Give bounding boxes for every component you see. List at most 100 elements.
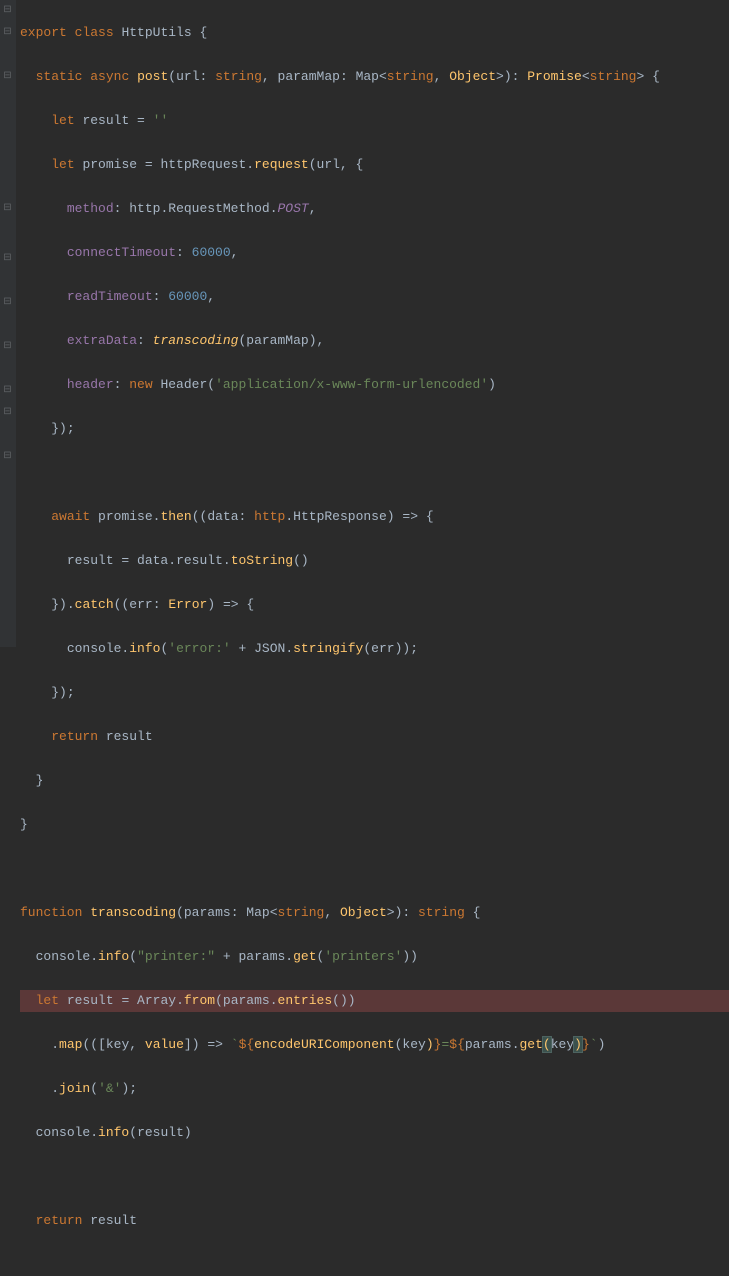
code-line[interactable]: }).catch((err: Error) => {: [20, 594, 729, 616]
dot: .: [176, 993, 184, 1008]
fold-icon[interactable]: ⊟: [2, 297, 13, 308]
code-line[interactable]: [20, 462, 729, 484]
string: "printer:": [137, 949, 215, 964]
paren: ): [59, 421, 67, 436]
brace: }: [36, 773, 44, 788]
brace: }: [51, 421, 59, 436]
method: toString: [231, 553, 293, 568]
colon: :: [114, 377, 130, 392]
comma: ,: [262, 69, 278, 84]
code-line[interactable]: function transcoding(params: Map<string,…: [20, 902, 729, 924]
fold-icon[interactable]: ⊟: [2, 407, 13, 418]
string: 'printers': [324, 949, 402, 964]
arg: result: [137, 1125, 184, 1140]
dot: .: [512, 1037, 520, 1052]
code-line[interactable]: });: [20, 418, 729, 440]
code-line[interactable]: connectTimeout: 60000,: [20, 242, 729, 264]
code-line[interactable]: await promise.then((data: http.HttpRespo…: [20, 506, 729, 528]
arg: url: [317, 157, 340, 172]
comma: ,: [207, 289, 215, 304]
colon: :: [153, 597, 169, 612]
code-line[interactable]: readTimeout: 60000,: [20, 286, 729, 308]
dot: .: [223, 553, 231, 568]
keyword: static: [36, 69, 83, 84]
code-line[interactable]: extraData: transcoding(paramMap),: [20, 330, 729, 352]
paren: ): [301, 553, 309, 568]
code-area[interactable]: export class HttpUtils { static async po…: [16, 0, 729, 647]
code-line[interactable]: return result: [20, 726, 729, 748]
arrow: =>: [215, 597, 246, 612]
paren: ): [504, 69, 512, 84]
code-line[interactable]: });: [20, 682, 729, 704]
code-line[interactable]: console.info('error:' + JSON.stringify(e…: [20, 638, 729, 660]
paren: ): [121, 1081, 129, 1096]
type: HttpResponse: [293, 509, 387, 524]
paren: (: [90, 1037, 98, 1052]
code-line[interactable]: header: new Header('application/x-www-fo…: [20, 374, 729, 396]
comma: ,: [231, 245, 239, 260]
code-line[interactable]: [20, 1166, 729, 1188]
dot: .: [270, 993, 278, 1008]
paren: ): [410, 949, 418, 964]
paren: ): [192, 1037, 200, 1052]
dot: .: [51, 1081, 59, 1096]
paren: ): [395, 905, 403, 920]
comma: ,: [317, 333, 325, 348]
string: 'application/x-www-form-urlencoded': [215, 377, 488, 392]
method: join: [59, 1081, 90, 1096]
type: Error: [168, 597, 207, 612]
fold-icon[interactable]: ⊟: [2, 5, 13, 16]
code-line[interactable]: }: [20, 814, 729, 836]
paren: ): [426, 1037, 434, 1052]
method: request: [254, 157, 309, 172]
fold-icon[interactable]: ⊟: [2, 71, 13, 82]
param: paramMap: [278, 69, 340, 84]
code-line[interactable]: console.info("printer:" + params.get('pr…: [20, 946, 729, 968]
variable: result: [82, 1213, 137, 1228]
code-line[interactable]: let promise = httpRequest.request(url, {: [20, 154, 729, 176]
code-line[interactable]: return result: [20, 1210, 729, 1232]
variable: result: [67, 553, 114, 568]
code-line[interactable]: .map(([key, value]) => `${encodeURICompo…: [20, 1034, 729, 1056]
object: http: [129, 201, 160, 216]
fold-icon[interactable]: ⊟: [2, 451, 13, 462]
code-line[interactable]: export class HttpUtils {: [20, 22, 729, 44]
object: console: [36, 949, 91, 964]
code-line[interactable]: [20, 858, 729, 880]
angle: >: [496, 69, 504, 84]
fold-icon[interactable]: ⊟: [2, 341, 13, 352]
semicolon: ;: [67, 421, 75, 436]
method: stringify: [293, 641, 363, 656]
number: 60000: [192, 245, 231, 260]
param: key: [106, 1037, 129, 1052]
template-end: }: [434, 1037, 442, 1052]
fold-icon[interactable]: ⊟: [2, 27, 13, 38]
variable: result: [98, 729, 153, 744]
code-line[interactable]: let result = Array.from(params.entries()…: [20, 990, 729, 1012]
dot: .: [285, 641, 293, 656]
code-editor[interactable]: ⊟ ⊟ ⊟ ⊟ ⊟ ⊟ ⊟ ⊟ ⊟ ⊟ export class HttpUti…: [0, 0, 729, 647]
object: data: [137, 553, 168, 568]
colon: :: [512, 69, 528, 84]
paren: ): [598, 1037, 606, 1052]
arg: paramMap: [246, 333, 308, 348]
fold-icon[interactable]: ⊟: [2, 385, 13, 396]
arg: key: [402, 1037, 425, 1052]
plus: +: [231, 641, 254, 656]
paren: (: [90, 1081, 98, 1096]
code-line[interactable]: method: http.RequestMethod.POST,: [20, 198, 729, 220]
code-line[interactable]: }: [20, 770, 729, 792]
code-line[interactable]: result = data.result.toString(): [20, 550, 729, 572]
paren: (: [176, 905, 184, 920]
code-line[interactable]: static async post(url: string, paramMap:…: [20, 66, 729, 88]
brace: {: [465, 905, 481, 920]
fold-icon[interactable]: ⊟: [2, 203, 13, 214]
code-line[interactable]: .join('&');: [20, 1078, 729, 1100]
dot: .: [90, 949, 98, 964]
brace: }: [20, 817, 28, 832]
code-line[interactable]: let result = '': [20, 110, 729, 132]
paren: ): [387, 509, 395, 524]
code-line[interactable]: console.info(result): [20, 1122, 729, 1144]
class-name: HttpUtils: [121, 25, 191, 40]
fold-icon[interactable]: ⊟: [2, 253, 13, 264]
